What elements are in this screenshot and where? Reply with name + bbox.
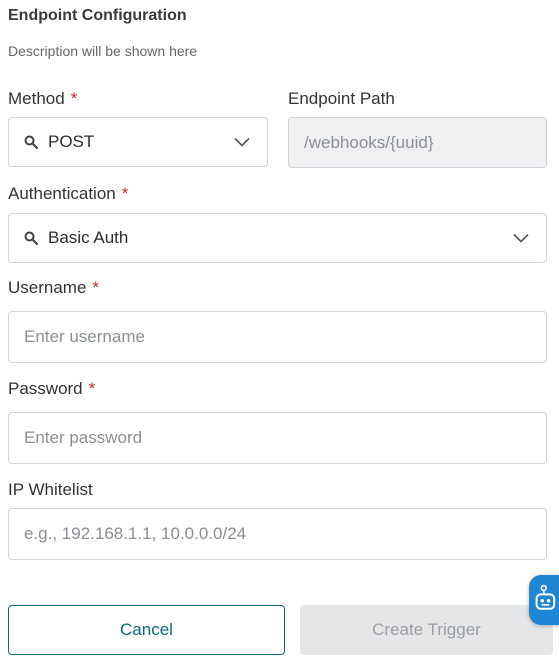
username-label-text: Username [8, 278, 87, 297]
required-marker: * [70, 89, 78, 108]
method-label-text: Method [8, 89, 65, 108]
method-value: POST [48, 132, 95, 151]
authentication-label: Authentication * [8, 184, 128, 204]
cancel-button-label: Cancel [120, 620, 173, 639]
chevron-down-icon[interactable] [234, 137, 250, 147]
ip-whitelist-label: IP Whitelist [8, 480, 93, 499]
assistant-button[interactable] [529, 575, 559, 625]
username-label: Username * [8, 278, 99, 298]
username-placeholder: Enter username [24, 327, 145, 346]
required-marker: * [121, 184, 129, 203]
robot-icon [535, 584, 556, 610]
endpoint-path-value: /webhooks/{uuid} [304, 132, 434, 152]
required-marker: * [88, 379, 96, 398]
authentication-label-text: Authentication [8, 184, 116, 203]
endpoint-path-label: Endpoint Path [288, 89, 395, 108]
method-select[interactable]: POST [8, 117, 268, 167]
method-label: Method * [8, 89, 77, 109]
ip-whitelist-placeholder: e.g., 192.168.1.1, 10.0.0.0/24 [24, 524, 247, 543]
search-icon [24, 231, 38, 245]
section-title: Endpoint Configuration [8, 7, 187, 24]
cancel-button[interactable]: Cancel [8, 605, 285, 655]
password-placeholder: Enter password [24, 428, 143, 447]
create-trigger-button[interactable]: Create Trigger [300, 605, 553, 655]
password-label-text: Password [8, 379, 83, 398]
ip-whitelist-input[interactable]: e.g., 192.168.1.1, 10.0.0.0/24 [8, 508, 547, 560]
chevron-down-icon[interactable] [513, 233, 529, 243]
password-label: Password * [8, 379, 95, 399]
password-input[interactable]: Enter password [8, 412, 547, 464]
required-marker: * [92, 278, 100, 297]
create-trigger-button-label: Create Trigger [372, 620, 481, 639]
authentication-value: Basic Auth [48, 228, 129, 247]
endpoint-path-field: /webhooks/{uuid} [288, 117, 547, 168]
authentication-select[interactable]: Basic Auth [8, 213, 547, 263]
section-description: Description will be shown here [8, 43, 198, 59]
search-icon [24, 135, 38, 149]
username-input[interactable]: Enter username [8, 311, 547, 363]
